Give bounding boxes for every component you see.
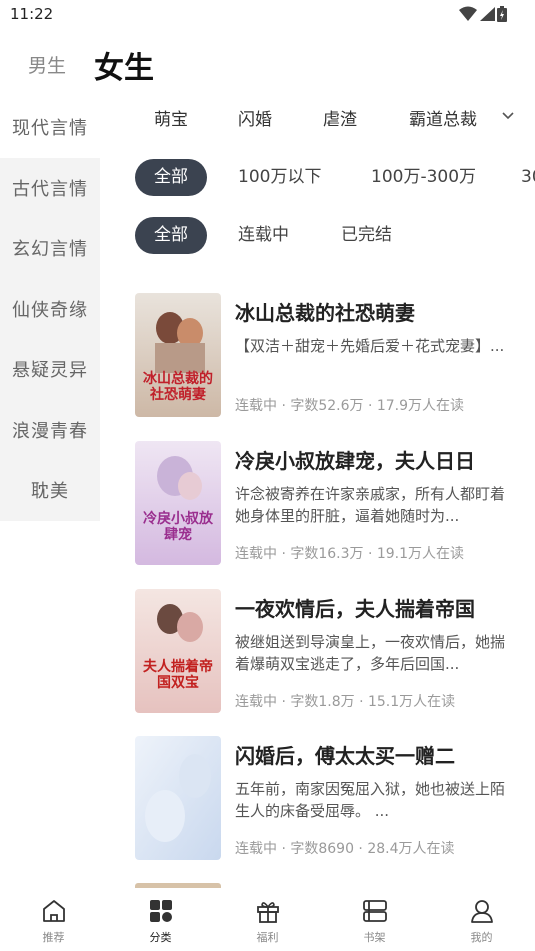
book-list-item[interactable]: 夫人揣着帝国双宝 一夜欢情后，夫人揣着帝国 被继姐送到导演皇上，一夜欢情后，她揣…	[135, 589, 520, 713]
bottom-nav: 推荐 分类 福利 书架 我的	[0, 888, 535, 951]
subcategory-tag[interactable]: 萌宝	[154, 105, 188, 130]
filter-chip[interactable]: 100万-300万	[371, 159, 476, 196]
word-count-filter: 全部 100万以下 100万-300万 300万以上	[135, 159, 535, 197]
book-description: 五年前，南家因冤屈入狱，她也被送上陌生人的床备受屈辱。 ...	[235, 780, 506, 820]
filter-chip-selected[interactable]: 全部	[135, 217, 207, 254]
book-description: 被继姐送到导演皇上，一夜欢情后，她揣着爆萌双宝逃走了，多年后回国...	[235, 633, 506, 673]
subcategory-bar: 萌宝 闪婚 虐渣 霸道总裁	[100, 97, 535, 137]
gift-icon	[256, 902, 279, 923]
status-bar: 11:22	[0, 0, 535, 30]
nav-label: 推荐	[42, 931, 65, 944]
signal-icon	[480, 7, 495, 21]
sidebar-item-ancient-romance[interactable]: 古代言情	[0, 158, 100, 219]
filter-chip[interactable]: 连载中	[238, 217, 289, 254]
chevron-down-icon[interactable]	[501, 111, 515, 121]
nav-bookshelf[interactable]: 书架	[321, 888, 428, 951]
book-list-item[interactable]: 冷戾小叔放肆宠 冷戾小叔放肆宠，夫人日日 许念被寄养在许家亲戚家，所有人都盯着她…	[135, 441, 520, 565]
book-cover-text: 冷戾小叔放肆宠	[143, 511, 213, 543]
subcategory-tag[interactable]: 虐渣	[323, 105, 357, 130]
status-time: 11:22	[10, 5, 54, 23]
book-title: 一夜欢情后，夫人揣着帝国	[235, 597, 475, 621]
nav-label: 分类	[149, 931, 172, 944]
book-cover[interactable]	[135, 736, 221, 860]
book-meta: 连载中 · 字数52.6万 · 17.9万人在读	[235, 398, 465, 414]
book-cover-text: 夫人揣着帝国双宝	[143, 659, 213, 691]
nav-label: 我的	[470, 931, 493, 944]
book-description: 【双洁＋甜宠＋先婚后爱＋花式宠妻】...	[235, 337, 505, 355]
sidebar-item-mystery[interactable]: 悬疑灵异	[0, 339, 100, 400]
sidebar-item-youth[interactable]: 浪漫青春	[0, 400, 100, 461]
book-title: 冰山总裁的社恐萌妻	[235, 301, 415, 325]
book-cover-text: 冰山总裁的社恐萌妻	[143, 371, 213, 403]
profile-icon	[470, 900, 493, 923]
tab-female[interactable]: 女生	[94, 43, 154, 87]
book-meta: 连载中 · 字数1.8万 · 15.1万人在读	[235, 694, 456, 710]
sidebar-item-danmei[interactable]: 耽美	[0, 460, 100, 521]
book-title: 闪婚后，傅太太买一赠二	[235, 744, 455, 768]
nav-welfare[interactable]: 福利	[214, 888, 321, 951]
sidebar-item-xianxia[interactable]: 仙侠奇缘	[0, 279, 100, 340]
book-description: 许念被寄养在许家亲戚家，所有人都盯着她身体里的肝脏，逼着她随时为...	[235, 485, 506, 525]
nav-recommend[interactable]: 推荐	[0, 888, 107, 951]
filter-chip[interactable]: 300万以上	[521, 159, 535, 196]
sidebar-item-fantasy-romance[interactable]: 玄幻言情	[0, 218, 100, 279]
subcategory-tag[interactable]: 霸道总裁	[409, 105, 477, 130]
filter-chip[interactable]: 100万以下	[238, 159, 321, 196]
filter-chip[interactable]: 已完结	[341, 217, 392, 254]
book-meta: 连载中 · 字数8690 · 28.4万人在读	[235, 841, 455, 857]
status-filter: 全部 连载中 已完结	[135, 217, 535, 255]
book-meta: 连载中 · 字数16.3万 · 19.1万人在读	[235, 546, 465, 562]
nav-label: 书架	[363, 931, 386, 944]
gender-tabs: 男生 女生	[0, 38, 535, 94]
battery-icon	[497, 6, 507, 22]
book-list-item[interactable]: 冰山总裁的社恐萌妻 冰山总裁的社恐萌妻 【双洁＋甜宠＋先婚后爱＋花式宠妻】...…	[135, 293, 520, 417]
filter-chip-selected[interactable]: 全部	[135, 159, 207, 196]
subcategory-tag[interactable]: 闪婚	[238, 105, 272, 130]
home-icon	[42, 900, 65, 922]
book-cover[interactable]: 冷戾小叔放肆宠	[135, 441, 221, 565]
bookshelf-icon	[362, 900, 387, 922]
nav-category[interactable]: 分类	[107, 888, 214, 951]
category-icon	[149, 900, 172, 922]
book-list-item[interactable]: 闪婚后，傅太太买一赠二 五年前，南家因冤屈入狱，她也被送上陌生人的床备受屈辱。 …	[135, 736, 520, 860]
nav-label: 福利	[256, 931, 279, 944]
tab-male[interactable]: 男生	[28, 51, 66, 78]
wifi-icon	[459, 6, 477, 21]
book-cover[interactable]: 冰山总裁的社恐萌妻	[135, 293, 221, 417]
sidebar-item-modern-romance[interactable]: 现代言情	[0, 97, 100, 158]
book-cover[interactable]: 夫人揣着帝国双宝	[135, 589, 221, 713]
status-icons	[459, 6, 507, 22]
category-sidebar: 现代言情 古代言情 玄幻言情 仙侠奇缘 悬疑灵异 浪漫青春 耽美	[0, 97, 100, 521]
book-title: 冷戾小叔放肆宠，夫人日日	[235, 449, 475, 473]
nav-profile[interactable]: 我的	[428, 888, 535, 951]
